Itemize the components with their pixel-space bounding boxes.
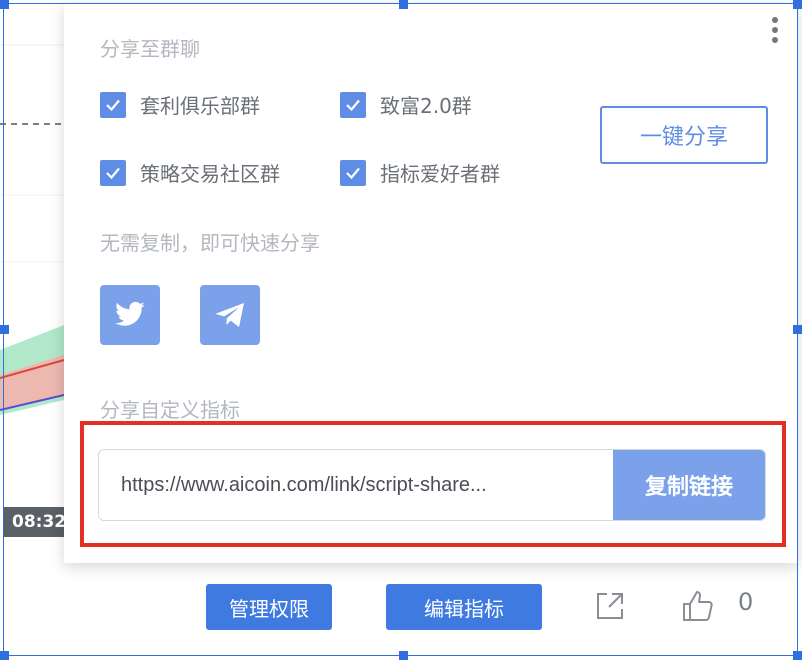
resize-handle-right[interactable] bbox=[793, 325, 802, 334]
resize-handle-bottom-right[interactable] bbox=[793, 651, 802, 660]
resize-handle-left[interactable] bbox=[0, 325, 9, 334]
checkbox-checked[interactable] bbox=[340, 159, 366, 186]
copy-link-button[interactable]: 复制链接 bbox=[613, 450, 765, 520]
resize-handle-top[interactable] bbox=[399, 0, 408, 9]
twitter-share-button[interactable] bbox=[100, 285, 160, 345]
check-icon bbox=[106, 167, 120, 179]
time-label: 08:32 bbox=[4, 507, 66, 537]
resize-handle-top-left[interactable] bbox=[0, 0, 9, 9]
check-icon bbox=[346, 167, 360, 179]
group-label: 策略交易社区群 bbox=[140, 162, 280, 186]
group-label: 指标爱好者群 bbox=[380, 162, 500, 186]
like-count: 0 bbox=[738, 588, 754, 616]
share-link-value[interactable]: https://www.aicoin.com/link/script-share… bbox=[99, 450, 613, 520]
share-link-field[interactable]: https://www.aicoin.com/link/script-share… bbox=[98, 449, 766, 521]
check-icon bbox=[106, 99, 120, 111]
more-options-icon[interactable] bbox=[768, 17, 782, 53]
quick-share-title: 无需复制，即可快速分享 bbox=[100, 231, 320, 255]
resize-handle-bottom[interactable] bbox=[399, 651, 408, 660]
resize-handle-bottom-left[interactable] bbox=[0, 651, 9, 660]
group-label: 致富2.0群 bbox=[380, 94, 472, 118]
checkbox-checked[interactable] bbox=[100, 91, 126, 118]
group-section-title: 分享至群聊 bbox=[100, 37, 200, 61]
group-checkbox-row[interactable]: 致富2.0群 bbox=[340, 90, 472, 119]
checkbox-checked[interactable] bbox=[100, 159, 126, 186]
check-icon bbox=[346, 99, 360, 111]
checkbox-checked[interactable] bbox=[340, 91, 366, 118]
edit-indicator-button[interactable]: 编辑指标 bbox=[386, 584, 542, 630]
group-checkbox-row[interactable]: 指标爱好者群 bbox=[340, 158, 500, 187]
share-icon[interactable] bbox=[594, 590, 626, 622]
group-checkbox-row[interactable]: 套利俱乐部群 bbox=[100, 90, 260, 119]
share-popup: 分享至群聊 套利俱乐部群 致富2.0群 策略交易社区群 指标爱好者群 一键分享 … bbox=[64, 3, 798, 563]
telegram-icon bbox=[215, 303, 244, 327]
one-click-share-button[interactable]: 一键分享 bbox=[600, 106, 768, 164]
thumbs-up-icon[interactable] bbox=[680, 588, 716, 624]
twitter-icon bbox=[115, 301, 145, 326]
resize-handle-top-right[interactable] bbox=[793, 0, 802, 9]
group-checkbox-row[interactable]: 策略交易社区群 bbox=[100, 158, 280, 187]
manage-permissions-button[interactable]: 管理权限 bbox=[206, 584, 332, 630]
custom-indicator-title: 分享自定义指标 bbox=[100, 398, 240, 422]
group-label: 套利俱乐部群 bbox=[140, 94, 260, 118]
telegram-share-button[interactable] bbox=[200, 285, 260, 345]
